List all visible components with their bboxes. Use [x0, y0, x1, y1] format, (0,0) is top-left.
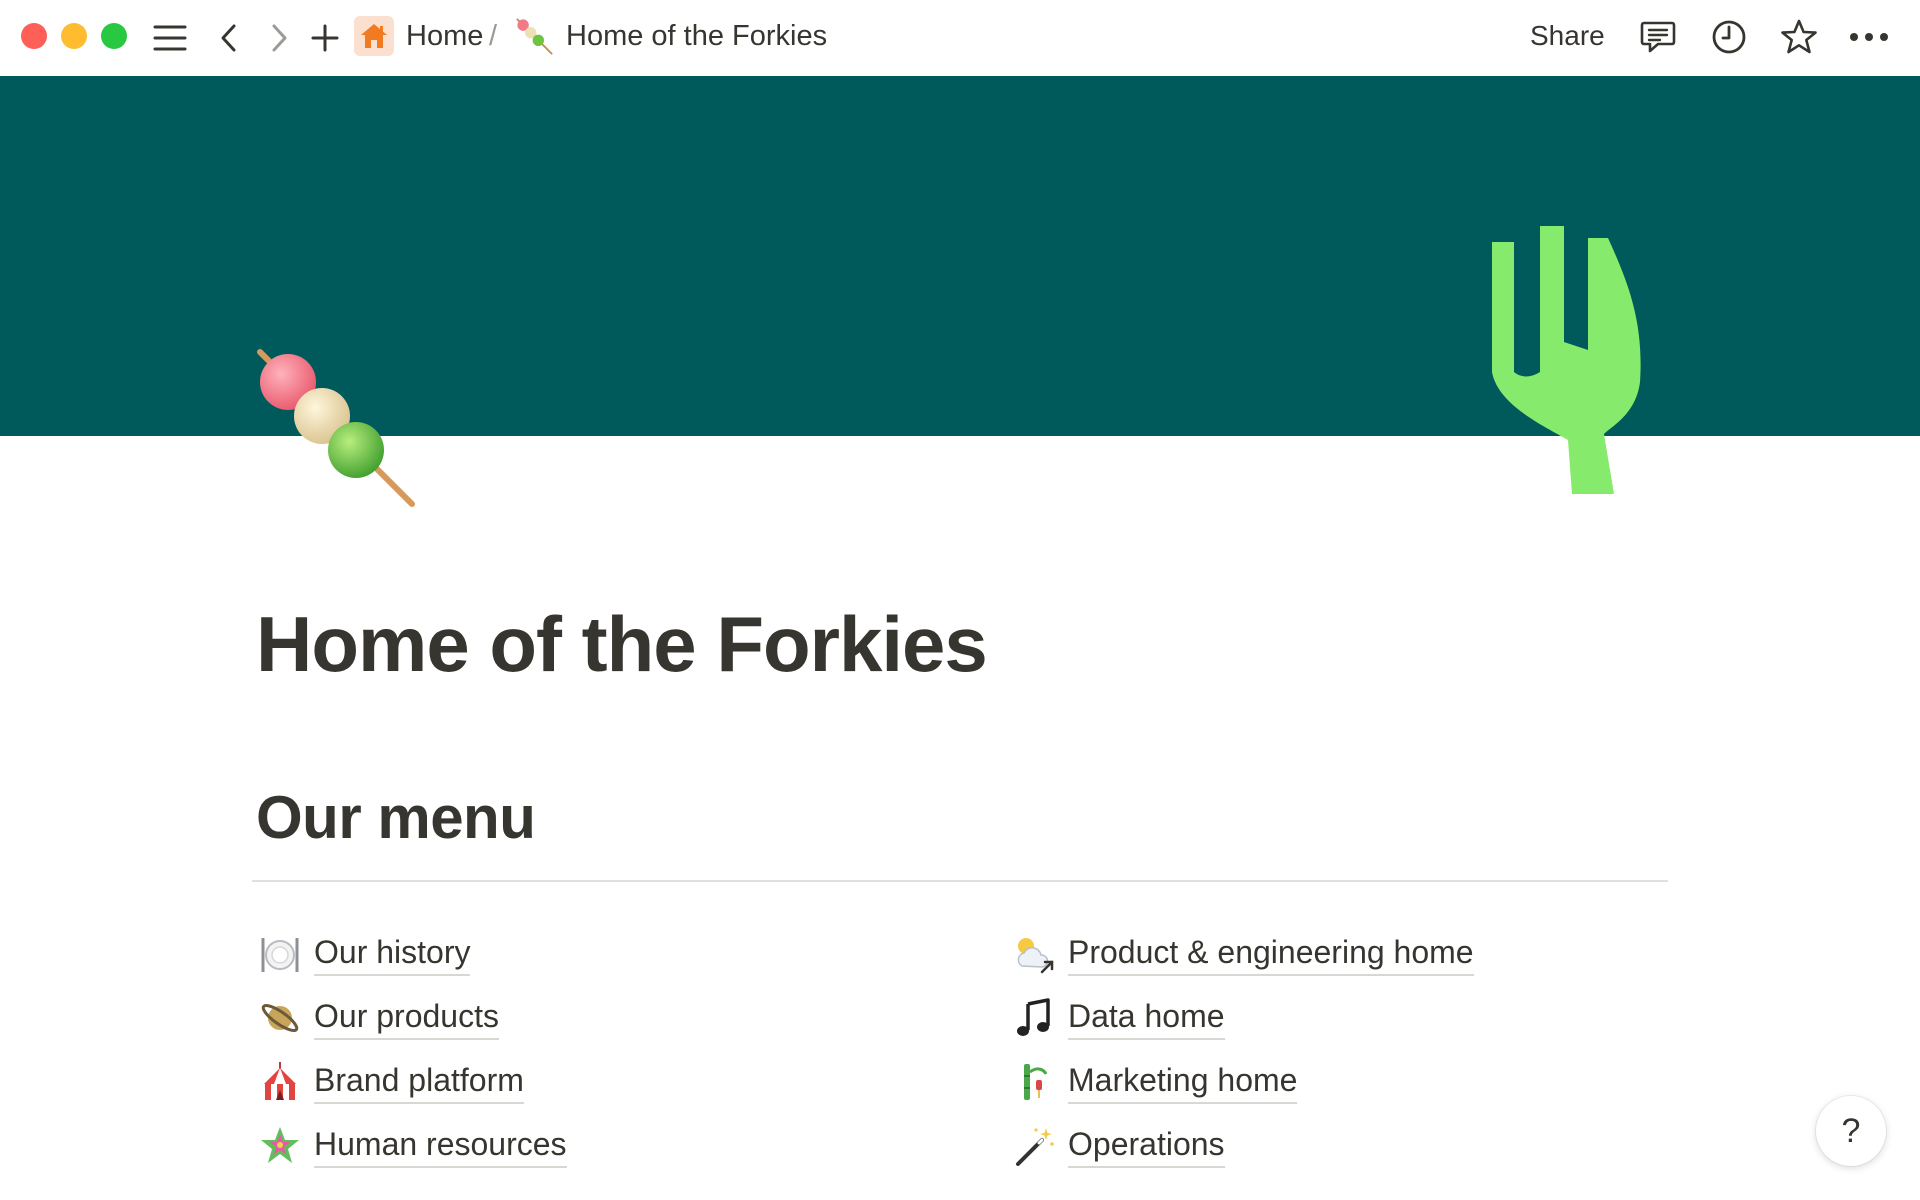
page-link-label[interactable]: Brand platform — [314, 1060, 524, 1104]
comment-icon[interactable] — [1638, 18, 1678, 56]
window-zoom-button[interactable] — [101, 23, 127, 49]
page-link-label[interactable]: Our history — [314, 932, 471, 976]
forward-icon[interactable] — [264, 20, 294, 56]
section-heading[interactable]: Our menu — [256, 782, 536, 854]
page-link-human-resources[interactable]: Human resources — [258, 1124, 567, 1188]
sun-cloud-icon — [1012, 932, 1056, 976]
menu-column-left: Our history Our products Brand platform … — [258, 932, 567, 1188]
fork-icon — [1488, 222, 1644, 499]
dango-icon[interactable] — [256, 348, 416, 508]
page-link-data-home[interactable]: Data home — [1012, 996, 1474, 1060]
back-icon[interactable] — [214, 20, 244, 56]
planet-icon — [258, 996, 302, 1040]
breadcrumb-separator: / — [489, 20, 498, 52]
sidebar-menu-icon[interactable] — [150, 20, 190, 56]
divider — [252, 880, 1668, 882]
page-link-our-products[interactable]: Our products — [258, 996, 567, 1060]
plate-icon — [258, 932, 302, 976]
music-note-icon — [1012, 996, 1056, 1040]
page-link-label[interactable]: Our products — [314, 996, 499, 1040]
plus-icon[interactable] — [309, 20, 341, 56]
bamboo-icon — [1012, 1060, 1056, 1104]
clock-icon[interactable] — [1709, 17, 1749, 57]
window-close-button[interactable] — [21, 23, 47, 49]
house-icon[interactable] — [354, 16, 394, 56]
page-link-label[interactable]: Human resources — [314, 1124, 567, 1168]
share-button[interactable]: Share — [1530, 18, 1605, 54]
help-button[interactable]: ? — [1816, 1096, 1886, 1166]
page-link-operations[interactable]: Operations — [1012, 1124, 1474, 1188]
breadcrumb-current-page[interactable]: Home of the Forkies — [566, 18, 827, 54]
circus-tent-icon — [258, 1060, 302, 1104]
page-link-label[interactable]: Data home — [1068, 996, 1225, 1040]
page-link-label[interactable]: Product & engineering home — [1068, 932, 1474, 976]
page-link-product-engineering-home[interactable]: Product & engineering home — [1012, 932, 1474, 996]
star-icon[interactable] — [1778, 16, 1820, 58]
magic-wand-icon — [1012, 1124, 1056, 1168]
top-bar: Home / Home of the Forkies Share — [0, 0, 1920, 76]
more-icon[interactable] — [1847, 20, 1891, 54]
page-title[interactable]: Home of the Forkies — [256, 596, 988, 692]
page-link-marketing-home[interactable]: Marketing home — [1012, 1060, 1474, 1124]
dango-icon — [516, 18, 554, 56]
page-link-label[interactable]: Marketing home — [1068, 1060, 1298, 1104]
pinata-icon — [258, 1124, 302, 1168]
page-link-our-history[interactable]: Our history — [258, 932, 567, 996]
menu-column-right: Product & engineering home Data home Mar… — [1012, 932, 1474, 1188]
breadcrumb-home[interactable]: Home — [406, 18, 483, 54]
page-link-brand-platform[interactable]: Brand platform — [258, 1060, 567, 1124]
page-link-label[interactable]: Operations — [1068, 1124, 1225, 1168]
window-minimize-button[interactable] — [61, 23, 87, 49]
